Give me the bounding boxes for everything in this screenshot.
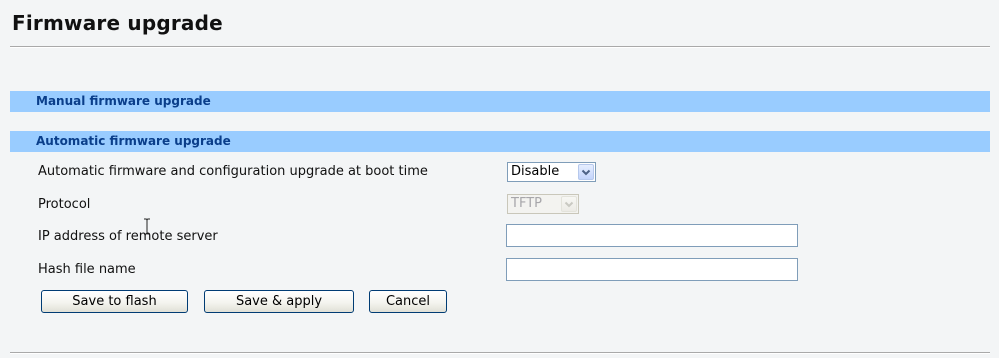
boot-upgrade-select[interactable]: Disable <box>507 162 596 182</box>
server-ip-label: IP address of remote server <box>38 229 218 244</box>
chevron-down-icon <box>561 196 577 212</box>
server-ip-input[interactable] <box>506 224 798 247</box>
automatic-firmware-upgrade-header: Automatic firmware upgrade <box>10 131 990 152</box>
chevron-down-icon[interactable] <box>578 164 594 180</box>
hash-file-input[interactable] <box>506 258 798 281</box>
automatic-firmware-upgrade-label: Automatic firmware upgrade <box>36 134 231 148</box>
bottom-divider <box>10 352 990 354</box>
boot-upgrade-selected-value: Disable <box>511 164 560 179</box>
save-to-flash-button[interactable]: Save to flash <box>41 290 188 313</box>
save-apply-button[interactable]: Save & apply <box>204 290 354 313</box>
boot-upgrade-label: Automatic firmware and configuration upg… <box>38 164 428 179</box>
page-title: Firmware upgrade <box>12 11 223 35</box>
title-divider <box>10 46 990 48</box>
cancel-button[interactable]: Cancel <box>369 290 447 313</box>
protocol-selected-value: TFTP <box>511 196 542 211</box>
protocol-select[interactable]: TFTP <box>507 194 579 214</box>
text-cursor-icon <box>144 218 150 235</box>
hash-file-label: Hash file name <box>38 262 136 277</box>
manual-firmware-upgrade-header[interactable]: Manual firmware upgrade <box>10 91 990 112</box>
protocol-label: Protocol <box>38 197 91 212</box>
manual-firmware-upgrade-label[interactable]: Manual firmware upgrade <box>36 94 211 108</box>
